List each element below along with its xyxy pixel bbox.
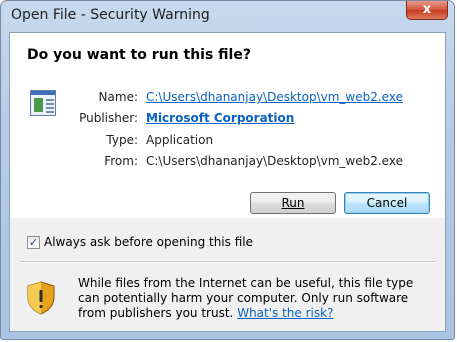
security-shield-icon [27,281,55,315]
publisher-label: Publisher: [79,111,138,125]
type-label: Type: [106,133,138,147]
publisher-value-link[interactable]: Microsoft Corporation [146,111,294,125]
dialog-body: Do you want to run this file? Name: C:\U… [9,32,446,332]
from-value: C:\Users\dhananjay\Desktop\vm_web2.exe [146,154,403,168]
cancel-button-label: Cancel [366,196,408,210]
security-warning-window: Open File - Security Warning x Do you wa… [0,0,455,340]
type-value: Application [146,133,214,147]
always-ask-label[interactable]: Always ask before opening this file [44,235,253,249]
run-button-label: Run [281,196,305,210]
separator [20,261,435,263]
warning-message: While files from the Internet can be use… [78,276,438,321]
from-label: From: [104,154,138,168]
window-title: Open File - Security Warning [11,7,210,23]
dialog-question: Do you want to run this file? [27,47,251,63]
title-bar[interactable]: Open File - Security Warning x [1,1,454,31]
close-icon: x [422,2,432,17]
checkmark-icon: ✓ [28,236,39,249]
always-ask-checkbox[interactable]: ✓ [27,236,40,249]
run-button[interactable]: Run [250,192,336,214]
whats-the-risk-link[interactable]: What's the risk? [237,306,333,320]
close-button[interactable]: x [406,1,448,20]
name-value-link[interactable]: C:\Users\dhananjay\Desktop\vm_web2.exe [146,90,403,104]
file-info-panel: Do you want to run this file? Name: C:\U… [10,33,445,218]
name-label: Name: [98,90,138,104]
cancel-button[interactable]: Cancel [344,192,430,214]
